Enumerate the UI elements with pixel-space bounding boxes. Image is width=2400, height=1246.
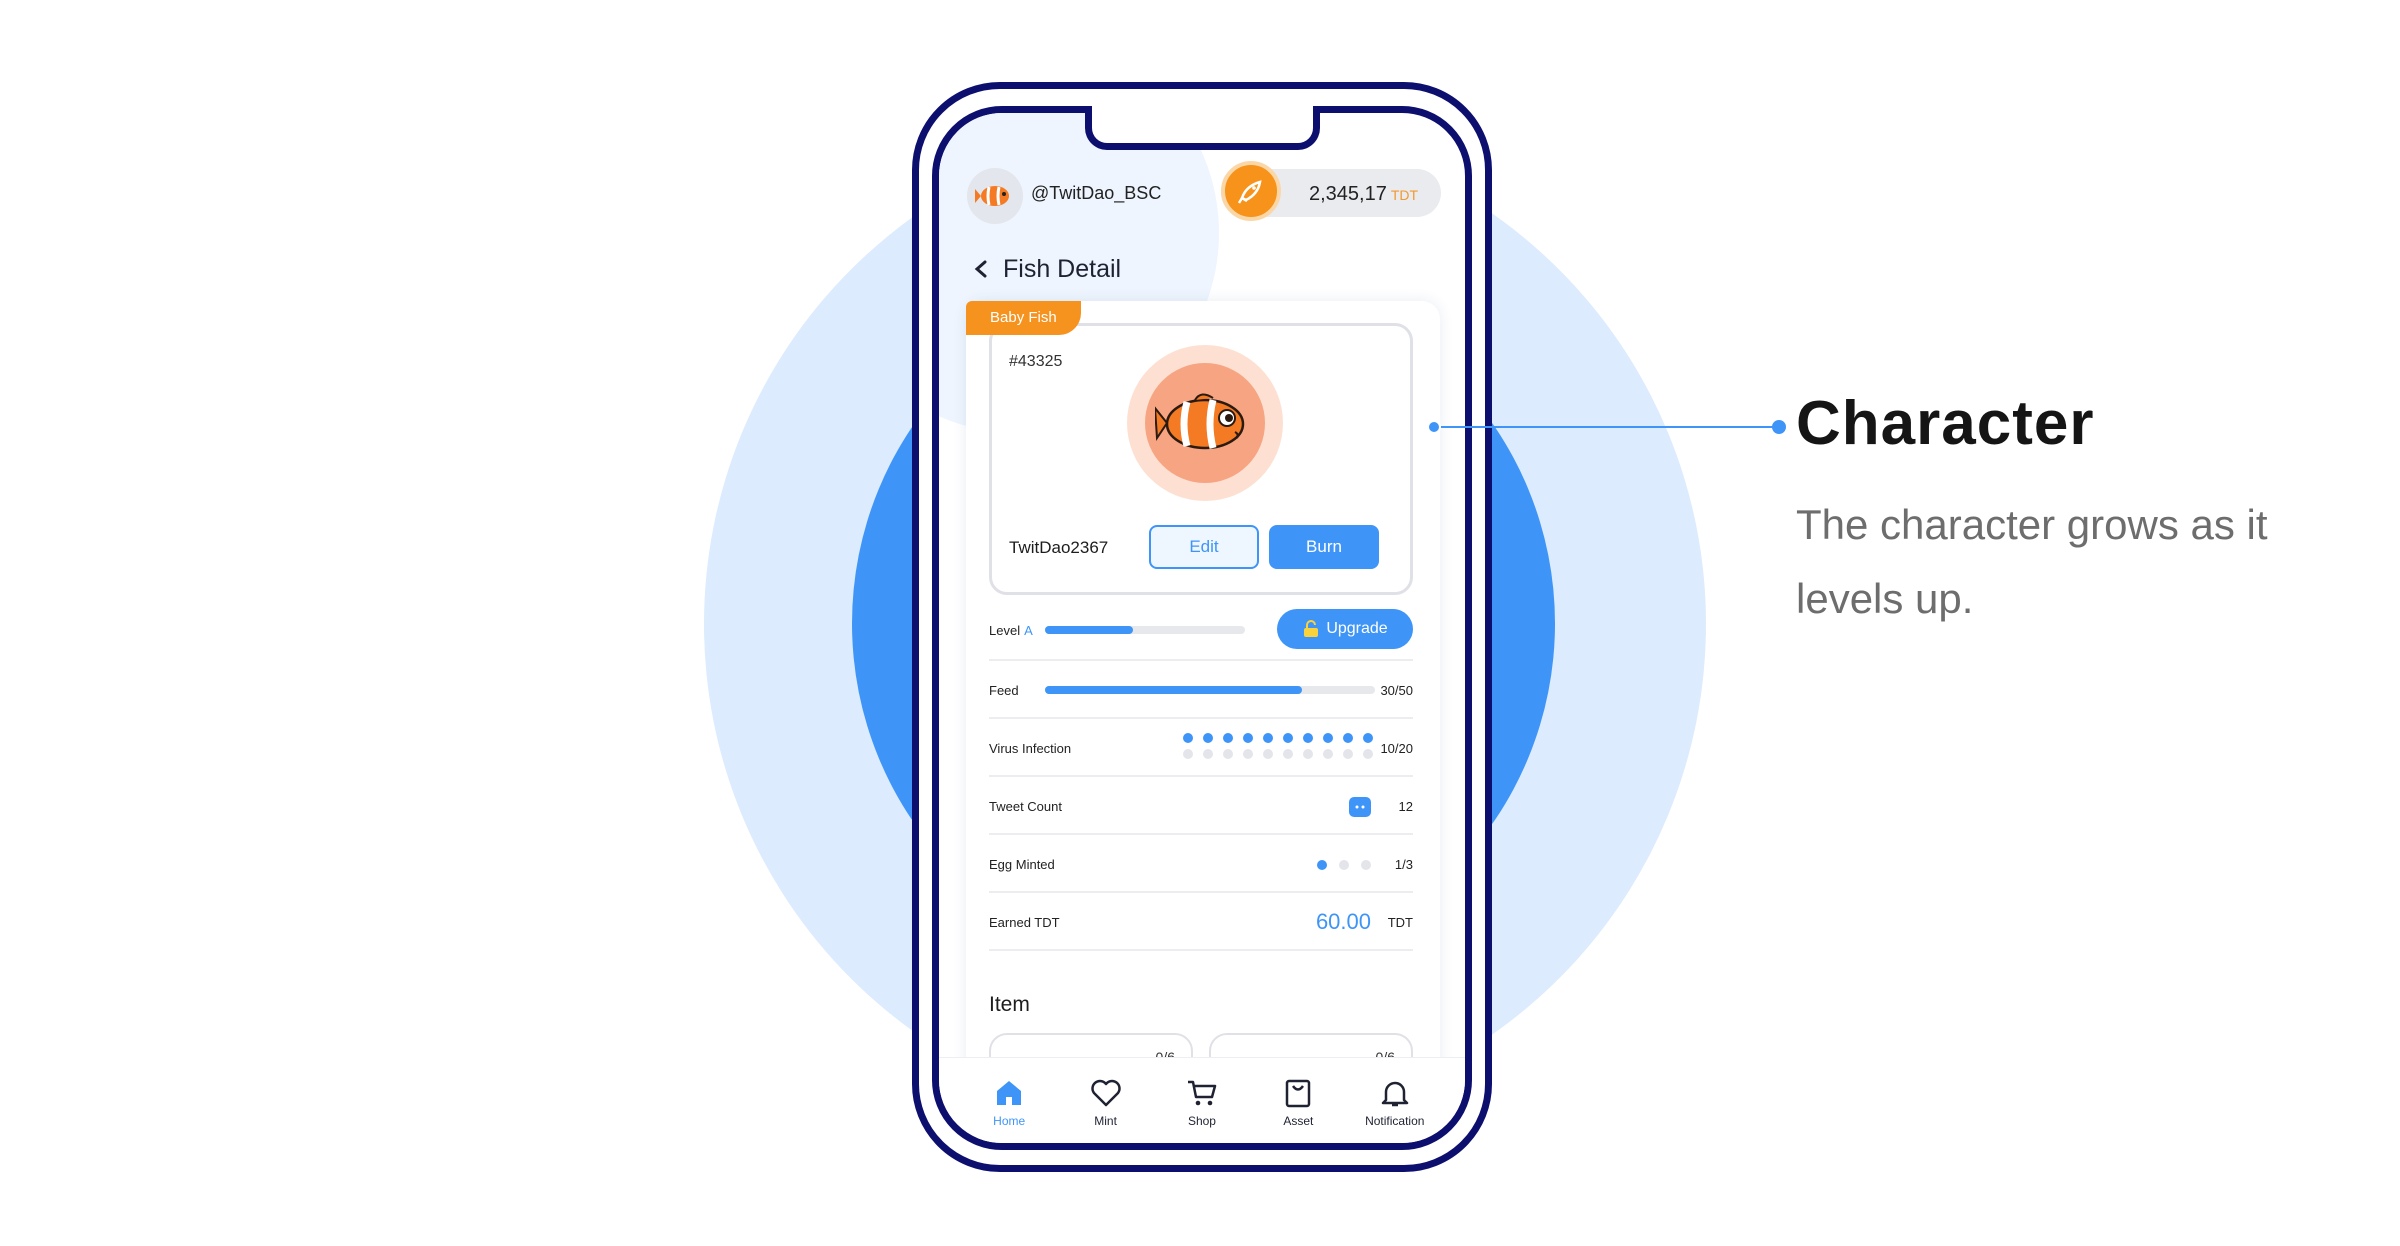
virus-dot [1263, 733, 1273, 743]
stat-row-feed: Feed 30/50 [989, 661, 1413, 719]
virus-dot [1203, 749, 1213, 759]
user-handle: @TwitDao_BSC [1031, 183, 1162, 203]
nft-id: #43325 [1009, 353, 1063, 370]
callout-line [1433, 426, 1779, 428]
nft-name: TwitDao2367 [1009, 538, 1109, 557]
virus-dot [1263, 749, 1273, 759]
virus-dot [1343, 733, 1353, 743]
stat-row-level: Level A Upgrade [989, 605, 1413, 661]
tweet-bubble-icon [1349, 797, 1371, 817]
burn-button[interactable]: Burn [1269, 525, 1379, 569]
virus-dot [1363, 733, 1373, 743]
level-progress-bar [1045, 626, 1245, 634]
egg-minted-value: 1/3 [1394, 857, 1413, 872]
edit-button[interactable]: Edit [1149, 525, 1259, 569]
tab-asset-label: Asset [1283, 1114, 1314, 1128]
virus-dot [1323, 733, 1333, 743]
egg-dot [1361, 860, 1371, 870]
egg-minted-label: Egg Minted [989, 857, 1055, 872]
phone-notch [1085, 106, 1320, 150]
annotation-body: The character grows as it levels up. [1796, 501, 2268, 622]
earned-tdt-label: Earned TDT [989, 915, 1060, 930]
virus-dot [1203, 733, 1213, 743]
clownfish-character-icon [1155, 393, 1245, 450]
level-label-text: Level [989, 623, 1021, 638]
virus-dot [1343, 749, 1353, 759]
tab-shop-label: Shop [1187, 1114, 1216, 1128]
virus-dot [1283, 749, 1293, 759]
virus-dot [1183, 733, 1193, 743]
virus-dot [1303, 733, 1313, 743]
virus-dot [1363, 749, 1373, 759]
tab-mint-label: Mint [1094, 1114, 1117, 1128]
level-label: Level A [989, 623, 1033, 638]
bottom-tab-bar: Home Mint Shop Asset Notification [939, 1057, 1465, 1143]
level-progress-fill [1045, 626, 1133, 634]
earned-tdt-value: 60.00 [1315, 909, 1371, 934]
egg-minted-dots [1317, 860, 1371, 870]
virus-dot [1323, 749, 1333, 759]
tab-notification-label: Notification [1365, 1114, 1425, 1128]
virus-dot [1283, 733, 1293, 743]
virus-dot [1303, 749, 1313, 759]
back-arrow-icon[interactable] [969, 257, 993, 281]
stat-row-tweet-count: Tweet Count 12 [989, 777, 1413, 835]
tweet-count-value: 12 [1398, 799, 1413, 814]
virus-dot [1243, 749, 1253, 759]
virus-infection-value: 10/20 [1380, 741, 1413, 756]
virus-dot [1243, 733, 1253, 743]
virus-dot [1223, 749, 1233, 759]
feed-progress-bar [1045, 686, 1375, 694]
token-balance-unit: TDT [1390, 187, 1419, 203]
virus-dot [1223, 733, 1233, 743]
feed-label: Feed [989, 683, 1019, 698]
upgrade-button[interactable]: Upgrade [1277, 609, 1413, 649]
unlock-icon [1304, 620, 1319, 637]
feed-progress-fill [1045, 686, 1303, 694]
annotation-title: Character [1796, 389, 2095, 458]
egg-dot [1339, 860, 1349, 870]
tab-home[interactable]: Home [964, 1058, 1054, 1143]
fish-stage-badge: Baby Fish [966, 301, 1081, 335]
phone-screen: @TwitDao_BSC 2,345,17 TDT Fish Detail Bab… [932, 106, 1472, 1150]
earned-tdt-unit: TDT [1387, 915, 1413, 930]
tab-shop[interactable]: Shop [1157, 1058, 1247, 1143]
callout-dot-start [1427, 420, 1441, 434]
callout-dot-end [1772, 420, 1786, 434]
token-coin-icon [1221, 161, 1281, 221]
tweet-count-label: Tweet Count [989, 799, 1062, 814]
fish-portrait [1145, 363, 1265, 483]
token-balance: 2,345,17 TDT [1309, 183, 1418, 206]
egg-dot [1317, 860, 1327, 870]
feed-value: 30/50 [1380, 683, 1413, 698]
item-section-title: Item [989, 993, 1030, 1016]
token-balance-value: 2,345,17 [1309, 183, 1387, 205]
heart-icon [1090, 1079, 1121, 1107]
clownfish-avatar-icon [975, 186, 1009, 206]
app-header: @TwitDao_BSC 2,345,17 TDT [939, 161, 1465, 225]
tab-mint[interactable]: Mint [1061, 1058, 1151, 1143]
upgrade-label: Upgrade [1326, 620, 1388, 637]
cart-icon [1187, 1080, 1217, 1106]
stat-row-earned-tdt: Earned TDT 60.00 TDT [989, 893, 1413, 951]
home-icon [997, 1081, 1022, 1105]
avatar[interactable] [967, 168, 1023, 224]
tab-notification[interactable]: Notification [1350, 1058, 1440, 1143]
level-grade: A [1024, 623, 1033, 638]
virus-dot [1183, 749, 1193, 759]
bag-icon [1286, 1079, 1311, 1108]
stat-row-virus-infection: Virus Infection 10/20 [989, 719, 1413, 777]
stat-row-egg-minted: Egg Minted 1/3 [989, 835, 1413, 893]
virus-infection-dots [1183, 733, 1373, 759]
bell-icon [1381, 1081, 1408, 1107]
fish-logo-icon [1237, 180, 1262, 204]
virus-infection-label: Virus Infection [989, 741, 1072, 756]
tab-asset[interactable]: Asset [1253, 1058, 1343, 1143]
page-title: Fish Detail [1003, 254, 1122, 283]
page-title-row: Fish Detail [969, 251, 1121, 287]
tab-home-label: Home [993, 1114, 1026, 1128]
